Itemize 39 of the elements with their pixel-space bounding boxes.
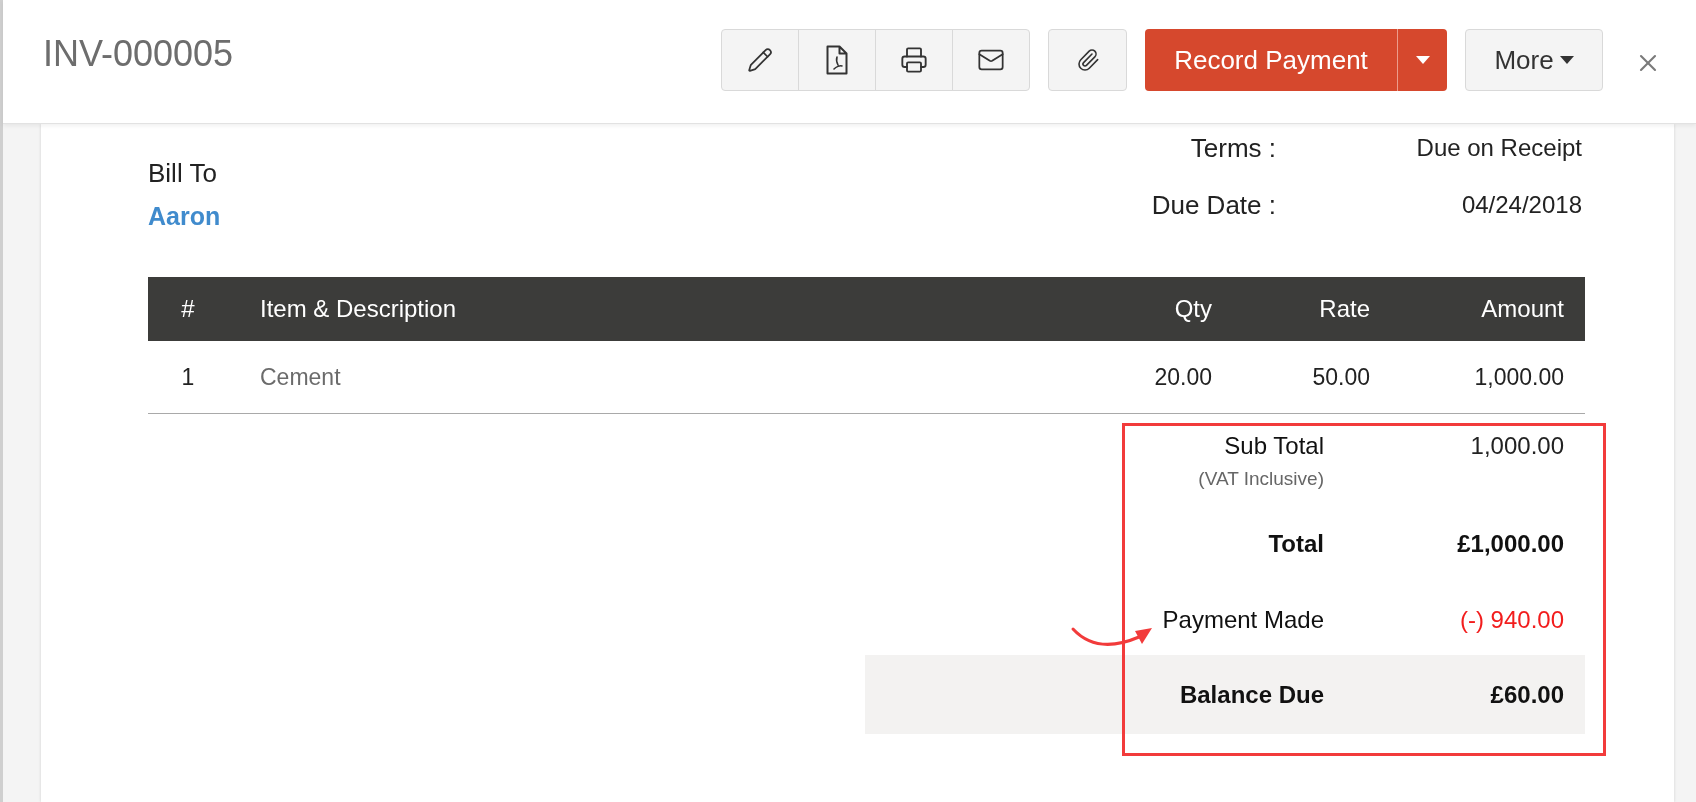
column-header: Qty xyxy=(1173,295,1212,323)
table-cell-text: 50.00 xyxy=(1311,363,1370,391)
term-label: Due Date : xyxy=(1151,189,1276,222)
table-cell-text: 1,000.00 xyxy=(1473,363,1564,391)
total-value: £60.00 xyxy=(1490,680,1564,709)
bill-to-label: Bill To xyxy=(148,157,218,190)
pdf-button[interactable] xyxy=(798,29,876,91)
column-header: Rate xyxy=(1318,295,1370,323)
total-label: Total xyxy=(1268,530,1324,558)
printer-icon xyxy=(900,46,928,74)
total-label: Sub Total xyxy=(1224,432,1324,460)
term-label: Terms : xyxy=(1189,132,1276,165)
total-value: (-) 940.00 xyxy=(1459,606,1564,634)
column-header: # xyxy=(180,295,196,323)
email-button[interactable] xyxy=(952,29,1030,91)
attach-button[interactable] xyxy=(1048,29,1127,91)
pencil-icon xyxy=(747,47,773,73)
customer-link[interactable]: Aaron xyxy=(148,198,221,234)
invoice-number: INV-000005 xyxy=(43,32,235,76)
print-button[interactable] xyxy=(875,29,953,91)
record-payment-button[interactable]: Record Payment xyxy=(1145,29,1397,91)
more-button[interactable]: More xyxy=(1465,29,1603,91)
pdf-file-icon xyxy=(826,45,848,75)
term-value: Due on Receipt xyxy=(1415,133,1582,163)
total-value: 1,000.00 xyxy=(1470,432,1564,460)
table-cell-text: 20.00 xyxy=(1153,363,1212,391)
caret-icon xyxy=(1559,56,1574,64)
total-value: £1,000.00 xyxy=(1457,530,1564,558)
column-header: Item & Description xyxy=(259,295,458,323)
table-cell-text: 1 xyxy=(180,363,196,391)
term-value: 04/24/2018 xyxy=(1460,190,1582,220)
column-header: Amount xyxy=(1480,295,1564,323)
total-note: (VAT Inclusive) xyxy=(1198,467,1324,491)
edit-button[interactable] xyxy=(721,29,799,91)
paperclip-icon xyxy=(1075,48,1100,72)
total-label: Payment Made xyxy=(1162,606,1324,634)
table-cell-text: Cement xyxy=(259,363,342,391)
total-label: Balance Due xyxy=(1179,680,1324,709)
caret-icon xyxy=(1415,56,1430,64)
